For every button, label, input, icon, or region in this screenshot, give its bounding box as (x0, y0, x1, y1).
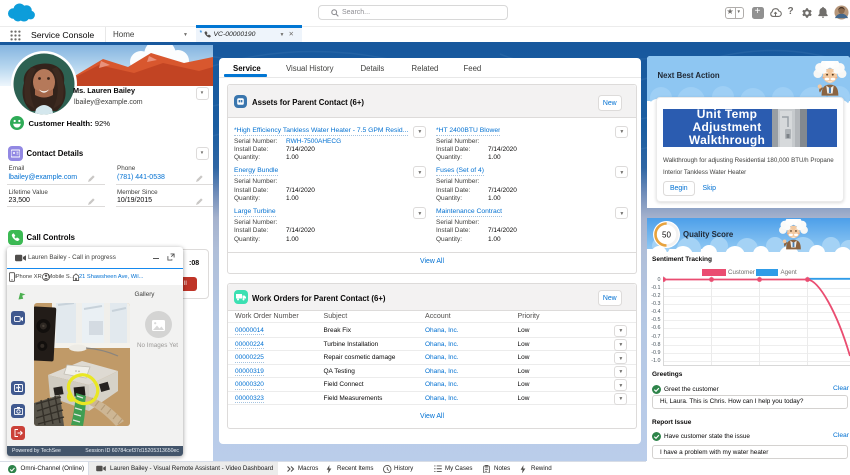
svg-text:50: 50 (662, 230, 671, 239)
